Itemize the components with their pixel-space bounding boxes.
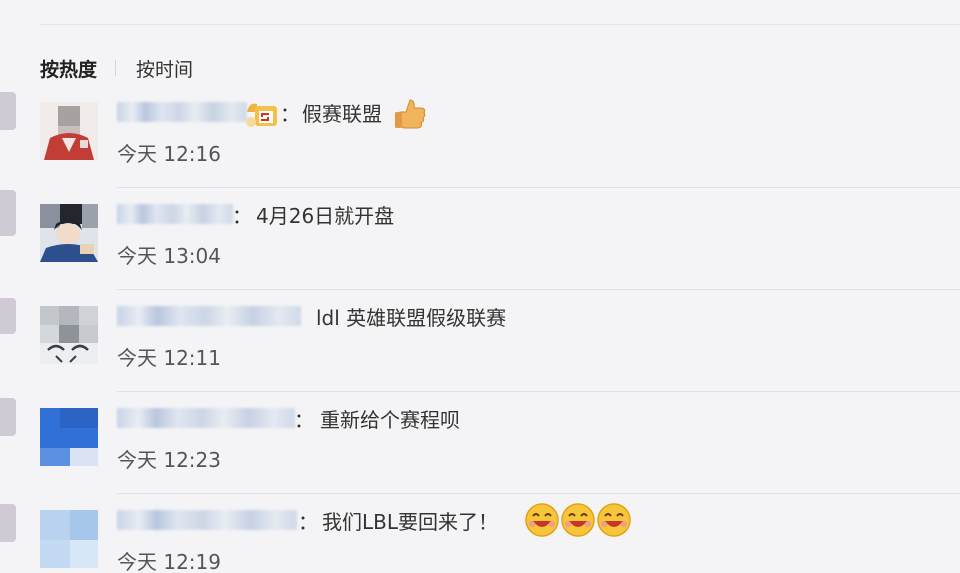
comment-time: 今天 13:04 bbox=[117, 244, 221, 268]
grin-icon bbox=[596, 502, 632, 542]
colon: ： bbox=[298, 510, 318, 534]
grin-icon bbox=[560, 502, 596, 542]
left-tab-marker bbox=[0, 92, 16, 130]
colon: ： bbox=[280, 102, 300, 126]
username-blurred[interactable] bbox=[117, 510, 297, 530]
top-divider bbox=[40, 24, 960, 25]
avatar[interactable] bbox=[40, 510, 98, 568]
comment-divider bbox=[117, 391, 960, 392]
left-tab-marker bbox=[0, 504, 16, 542]
left-tab-marker bbox=[0, 298, 16, 334]
sort-separator bbox=[115, 60, 117, 76]
username-blurred[interactable] bbox=[117, 306, 301, 326]
comment-text: 重新给个赛程呗 bbox=[320, 408, 460, 432]
avatar[interactable] bbox=[40, 306, 98, 364]
avatar[interactable] bbox=[40, 102, 98, 160]
left-tab-marker bbox=[0, 190, 16, 236]
comment-divider bbox=[117, 289, 960, 290]
colon: ： bbox=[294, 408, 314, 432]
avatar[interactable] bbox=[40, 408, 98, 466]
badge-icon bbox=[243, 98, 279, 134]
sort-by-hot-tab[interactable]: 按热度 bbox=[40, 55, 97, 82]
comment-time: 今天 12:11 bbox=[117, 346, 221, 370]
sort-bar: 按热度 按时间 bbox=[40, 54, 193, 82]
comment-text: 4月26日就开盘 bbox=[256, 204, 395, 228]
comment-item: ： 假赛联盟 今天 12:16 bbox=[40, 88, 960, 188]
comment-time: 今天 12:19 bbox=[117, 550, 221, 573]
left-edge bbox=[0, 0, 16, 573]
comment-time: 今天 12:16 bbox=[117, 142, 221, 166]
thumbs-up-icon bbox=[392, 96, 428, 136]
avatar[interactable] bbox=[40, 204, 98, 262]
comment-divider bbox=[117, 187, 960, 188]
comment-item: ： 重新给个赛程呗 今天 12:23 bbox=[40, 394, 960, 494]
comment-time: 今天 12:23 bbox=[117, 448, 221, 472]
comment-text: ldl 英雄联盟假级联赛 bbox=[316, 306, 507, 330]
sort-by-time-tab[interactable]: 按时间 bbox=[136, 55, 193, 82]
comment-divider bbox=[117, 493, 960, 494]
username-blurred[interactable] bbox=[117, 102, 247, 122]
left-tab-marker bbox=[0, 398, 16, 436]
comment-text: 假赛联盟 bbox=[302, 102, 382, 126]
comment-item: ： 我们LBL要回来了！ 今天 12:19 bbox=[40, 496, 960, 573]
username-blurred[interactable] bbox=[117, 204, 233, 224]
grin-icon bbox=[524, 502, 560, 542]
username-blurred[interactable] bbox=[117, 408, 295, 428]
comment-item: ldl 英雄联盟假级联赛 今天 12:11 bbox=[40, 292, 960, 392]
comment-text: 我们LBL要回来了！ bbox=[322, 510, 499, 534]
comment-item: ： 4月26日就开盘 今天 13:04 bbox=[40, 190, 960, 290]
colon: ： bbox=[232, 204, 252, 228]
